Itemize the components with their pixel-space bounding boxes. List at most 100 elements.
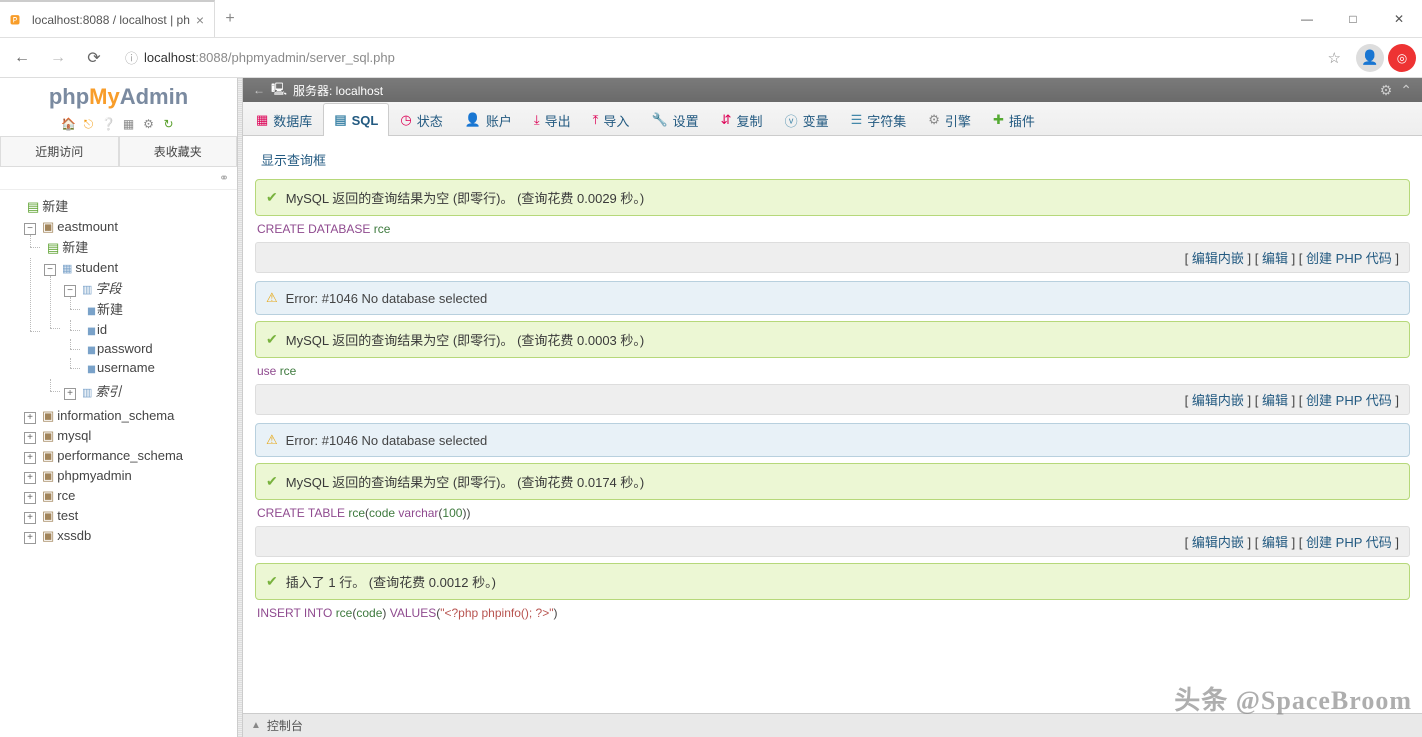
settings-gear-icon[interactable]: ⚙ (1380, 82, 1393, 99)
edit-inline-link[interactable]: 编辑内嵌 (1192, 251, 1244, 266)
recent-tab[interactable]: 近期访问 (0, 136, 119, 166)
table-icon: ▦ (62, 263, 72, 275)
back-button[interactable]: ← (6, 42, 38, 74)
expand-icon[interactable]: + (24, 472, 36, 484)
pma-quick-icons: 🏠 ⎋ ❔ ▦ ⚙ ↻ (0, 112, 237, 136)
edit-link[interactable]: 编辑 (1262, 393, 1288, 408)
url-port: :8088 (195, 50, 228, 65)
result-actions: [ 编辑内嵌 ] [ 编辑 ] [ 创建 PHP 代码 ] (255, 242, 1410, 273)
collapse-up-icon[interactable]: ⌃ (1400, 82, 1412, 99)
tab-export[interactable]: ⤓导出 (523, 103, 582, 136)
top-tabs: ▦数据库 ▤SQL ◷状态 👤账户 ⤓导出 ⤒导入 🔧设置 ⇵复制 ⓥ变量 ☰字… (243, 102, 1422, 136)
home-icon[interactable]: 🏠 (61, 116, 77, 132)
tab-status[interactable]: ◷状态 (389, 103, 453, 136)
tree-col-username[interactable]: ▮▮username (82, 358, 237, 377)
docs-icon[interactable]: ❔ (101, 116, 117, 132)
tab-sql[interactable]: ▤SQL (323, 103, 389, 136)
forward-button[interactable]: → (42, 42, 74, 74)
window-maximize-button[interactable]: □ (1330, 0, 1376, 37)
expand-icon[interactable]: + (24, 412, 36, 424)
new-tab-button[interactable]: + (215, 0, 245, 37)
tree-col-new[interactable]: ▮▮新建 (82, 297, 237, 320)
tree-db-performance_schema[interactable]: +▣performance_schema (22, 446, 237, 466)
tree-col-id[interactable]: ▮▮id (82, 320, 237, 339)
reload-icon[interactable]: ↻ (161, 116, 177, 132)
create-php-link[interactable]: 创建 PHP 代码 (1306, 535, 1392, 550)
tab-import[interactable]: ⤒导入 (582, 103, 641, 136)
console-label: 控制台 (267, 717, 303, 734)
tab-database[interactable]: ▦数据库 (245, 103, 323, 136)
tab-plugin[interactable]: ✚插件 (982, 103, 1046, 136)
expand-icon[interactable]: + (24, 492, 36, 504)
tab-title: localhost:8088 / localhost | ph (32, 13, 190, 27)
tree-eastmount-new[interactable]: ▤新建 (42, 235, 237, 258)
tree-db-test[interactable]: +▣test (22, 506, 237, 526)
reload-button[interactable]: ⟳ (78, 42, 110, 74)
favorites-tab[interactable]: 表收藏夹 (119, 136, 238, 166)
collapse-icon[interactable]: − (64, 285, 76, 297)
create-php-link[interactable]: 创建 PHP 代码 (1306, 251, 1392, 266)
edit-link[interactable]: 编辑 (1262, 535, 1288, 550)
extension-icon[interactable]: ◎ (1388, 44, 1416, 72)
profile-avatar[interactable]: 👤 (1356, 44, 1384, 72)
tab-replication[interactable]: ⇵复制 (710, 103, 774, 136)
tree-db-xssdb[interactable]: +▣xssdb (22, 526, 237, 546)
window-minimize-button[interactable]: — (1284, 0, 1330, 37)
database-icon: ▣ (42, 219, 54, 234)
url-input[interactable]: ⓘ localhost:8088/phpmyadmin/server_sql.p… (114, 43, 1352, 73)
expand-icon[interactable]: + (24, 512, 36, 524)
warning-icon: ⚠ (266, 290, 278, 306)
database-icon: ▣ (42, 448, 54, 463)
gear-icon[interactable]: ⚙ (141, 116, 157, 132)
site-info-icon[interactable]: ⓘ (125, 48, 138, 67)
window-close-button[interactable]: ✕ (1376, 0, 1422, 37)
browser-tab[interactable]: 🅿 localhost:8088 / localhost | ph × (0, 0, 215, 37)
tab-charset[interactable]: ☰字符集 (840, 103, 918, 136)
edit-link[interactable]: 编辑 (1262, 251, 1288, 266)
tree-db-mysql[interactable]: +▣mysql (22, 426, 237, 446)
logout-icon[interactable]: ⎋ (81, 116, 97, 132)
edit-inline-link[interactable]: 编辑内嵌 (1192, 535, 1244, 550)
link-icon[interactable]: ⚭ (219, 171, 229, 185)
expand-icon[interactable]: + (24, 532, 36, 544)
tab-close-icon[interactable]: × (196, 12, 204, 28)
favicon-icon: 🅿 (10, 12, 26, 28)
tab-settings[interactable]: 🔧设置 (640, 103, 709, 136)
show-query-box-link[interactable]: 显示查询框 (255, 144, 1410, 179)
expand-icon[interactable]: + (64, 388, 76, 400)
collapse-icon[interactable]: − (44, 264, 56, 276)
tree-table-student[interactable]: −▦student −▥字段 ▮▮新建 ▮▮id ▮▮password ▮▮us… (42, 258, 237, 404)
tree-db-information_schema[interactable]: +▣information_schema (22, 406, 237, 426)
index-icon: ▥ (82, 387, 92, 399)
success-message: ✔MySQL 返回的查询结果为空 (即零行)。 (查询花费 0.0003 秒。) (255, 321, 1410, 358)
tab-engine[interactable]: ⚙引擎 (917, 103, 982, 136)
tree-db-eastmount[interactable]: −▣eastmount ▤新建 −▦student −▥字段 ▮▮新建 ▮▮id… (22, 217, 237, 406)
sql-statement: INSERT INTO rce(code) VALUES("<?php phpi… (255, 600, 1410, 626)
success-message: ✔MySQL 返回的查询结果为空 (即零行)。 (查询花费 0.0174 秒。) (255, 463, 1410, 500)
bookmark-star-icon[interactable]: ☆ (1328, 49, 1341, 67)
success-text: MySQL 返回的查询结果为空 (即零行)。 (查询花费 0.0003 秒。) (286, 330, 645, 349)
tree-new[interactable]: ▤新建 (22, 194, 237, 217)
sql-icon[interactable]: ▦ (121, 116, 137, 132)
tree-student-index[interactable]: +▥索引 (62, 379, 237, 402)
tree-student-fields[interactable]: −▥字段 ▮▮新建 ▮▮id ▮▮password ▮▮username (62, 276, 237, 379)
nav-back-icon[interactable]: ← (253, 83, 265, 97)
database-icon: ▣ (42, 528, 54, 543)
expand-icon[interactable]: + (24, 432, 36, 444)
create-php-link[interactable]: 创建 PHP 代码 (1306, 393, 1392, 408)
collapse-icon[interactable]: − (24, 223, 36, 235)
expand-icon[interactable]: + (24, 452, 36, 464)
success-text: MySQL 返回的查询结果为空 (即零行)。 (查询花费 0.0174 秒。) (286, 472, 645, 491)
tree-db-phpmyadmin[interactable]: +▣phpmyadmin (22, 466, 237, 486)
console-expand-icon[interactable]: ▲ (251, 720, 261, 731)
success-message: ✔插入了 1 行。 (查询花费 0.0012 秒。) (255, 563, 1410, 600)
address-bar: ← → ⟳ ⓘ localhost:8088/phpmyadmin/server… (0, 38, 1422, 78)
tab-account[interactable]: 👤账户 (454, 103, 523, 136)
tree-col-password[interactable]: ▮▮password (82, 339, 237, 358)
column-icon: ▮▮ (87, 364, 94, 375)
pma-logo[interactable]: phpMyAdmin (0, 78, 237, 112)
tab-variables[interactable]: ⓥ变量 (774, 103, 840, 136)
console-bar[interactable]: ▲ 控制台 (243, 713, 1422, 737)
edit-inline-link[interactable]: 编辑内嵌 (1192, 393, 1244, 408)
tree-db-rce[interactable]: +▣rce (22, 486, 237, 506)
